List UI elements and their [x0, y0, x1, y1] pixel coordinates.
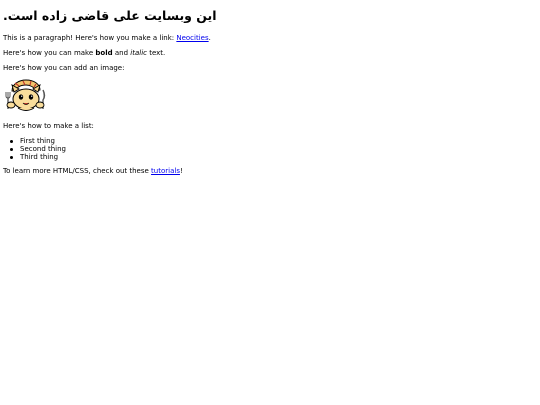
- bold-text: bold: [95, 49, 113, 57]
- intro-text-end: .: [208, 34, 211, 42]
- list-item-label: First thing: [20, 137, 55, 145]
- outro-text-end: !: [179, 167, 183, 175]
- list-intro-paragraph: Here's how to make a list:: [3, 122, 94, 130]
- formatting-text: Here's how you can make: [3, 49, 96, 57]
- list-item: Third thing: [10, 153, 66, 161]
- list-item: First thing: [10, 137, 66, 145]
- bullet-icon: [10, 139, 13, 143]
- intro-paragraph: This is a paragraph! Here's how you make…: [3, 34, 211, 43]
- page-heading: این وبسایت علی قاضی زاده است.: [3, 8, 217, 23]
- bullet-icon: [10, 147, 13, 151]
- outro-paragraph: To learn more HTML/CSS, check out these …: [3, 167, 183, 176]
- intro-text: This is a paragraph! Here's how you make…: [3, 34, 177, 42]
- list-item-label: Third thing: [20, 153, 59, 161]
- neocities-link[interactable]: Neocities: [176, 34, 208, 42]
- bullet-icon: [10, 155, 13, 159]
- image-intro-paragraph: Here's how you can add an image:: [3, 64, 125, 72]
- italic-text: italic: [130, 49, 147, 57]
- list-item: Second thing: [10, 145, 66, 153]
- outro-text: To learn more HTML/CSS, check out these: [3, 167, 152, 175]
- tutorials-link[interactable]: tutorials: [151, 167, 180, 175]
- thing-list: First thing Second thing Third thing: [10, 137, 66, 161]
- formatting-paragraph: Here's how you can make bold and italic …: [3, 49, 165, 58]
- formatting-text-end: text.: [146, 49, 166, 57]
- list-item-label: Second thing: [20, 145, 66, 153]
- neocities-cat-mascot-icon: [5, 79, 46, 111]
- formatting-text-middle: and: [112, 49, 131, 57]
